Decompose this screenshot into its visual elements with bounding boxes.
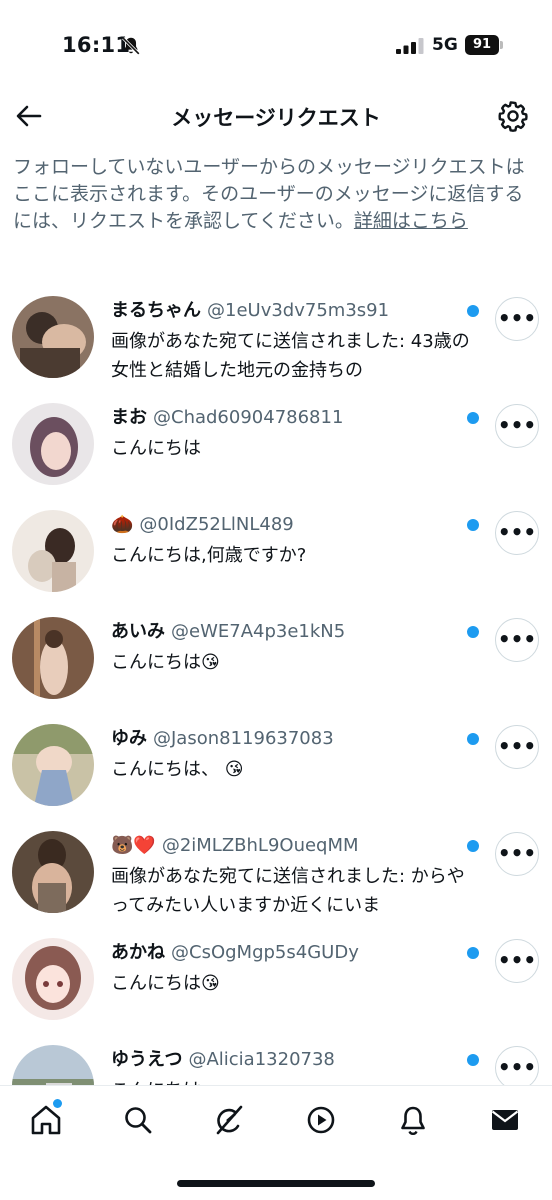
home-notification-dot: [53, 1099, 62, 1108]
home-indicator: [177, 1180, 375, 1187]
sender-name: まお: [111, 407, 147, 428]
battery-level: 91: [465, 35, 499, 55]
sender-handle: @1eUv3dv75m3s91: [207, 300, 390, 321]
sender-name: あいみ: [111, 621, 165, 642]
request-row[interactable]: ゆみ @Jason8119637083 こんにちは、 😘 •••: [0, 715, 552, 822]
name-line: ゆみ @Jason8119637083: [111, 726, 456, 752]
unread-indicator: [467, 733, 479, 745]
name-line: まお @Chad60904786811: [111, 405, 456, 431]
bell-icon[interactable]: [395, 1102, 431, 1138]
network-type: 5G: [432, 35, 458, 55]
name-line: ゆうえつ @Alicia1320738: [111, 1047, 456, 1073]
sender-handle: @2iMLZBhL9OueqMM: [161, 835, 359, 856]
request-row[interactable]: まお @Chad60904786811 こんにちは •••: [0, 394, 552, 501]
request-row[interactable]: あかね @CsOgMgp5s4GUDy こんにちは😘 •••: [0, 929, 552, 1036]
status-bar: 16:11 5G 91: [0, 0, 552, 90]
more-options-button[interactable]: •••: [495, 832, 539, 876]
unread-indicator: [467, 412, 479, 424]
sender-name: あかね: [111, 942, 165, 963]
more-options-button[interactable]: •••: [495, 404, 539, 448]
avatar: [12, 617, 94, 699]
more-options-button[interactable]: •••: [495, 1046, 539, 1090]
more-options-button[interactable]: •••: [495, 725, 539, 769]
learn-more-link[interactable]: 詳細はこちら: [354, 210, 468, 232]
avatar: [12, 403, 94, 485]
search-icon[interactable]: [120, 1102, 156, 1138]
message-preview: 画像があなた宛てに送信されました: からやってみたい人いますか近くにいま: [111, 866, 465, 916]
sender-name: 🌰: [111, 514, 134, 535]
bell-slash-icon: [122, 37, 140, 55]
more-options-button[interactable]: •••: [495, 297, 539, 341]
avatar: [12, 724, 94, 806]
unread-indicator: [467, 947, 479, 959]
message-preview: こんにちは😘: [111, 652, 220, 673]
signal-icon: [396, 38, 424, 54]
avatar: [12, 831, 94, 913]
message-preview: 画像があなた宛てに送信されました: 43歳の女性と結婚した地元の金持ちの: [111, 331, 470, 381]
more-options-button[interactable]: •••: [495, 511, 539, 555]
sender-name: ゆうえつ: [111, 1049, 183, 1070]
name-line: まるちゃん @1eUv3dv75m3s91: [111, 298, 456, 324]
gear-icon[interactable]: [496, 99, 530, 133]
avatar: [12, 510, 94, 592]
more-options-button[interactable]: •••: [495, 618, 539, 662]
request-row[interactable]: あいみ @eWE7A4p3e1kN5 こんにちは😘 •••: [0, 608, 552, 715]
message-preview: こんにちは、 😘: [111, 759, 244, 780]
unread-indicator: [467, 305, 479, 317]
unread-indicator: [467, 626, 479, 638]
name-line: あかね @CsOgMgp5s4GUDy: [111, 940, 456, 966]
name-line: 🌰 @0IdZ52LlNL489: [111, 512, 456, 538]
avatar: [12, 296, 94, 378]
sender-handle: @Alicia1320738: [188, 1049, 335, 1070]
request-row[interactable]: 🐻❤️ @2iMLZBhL9OueqMM 画像があなた宛てに送信されました: から…: [0, 822, 552, 929]
unread-indicator: [467, 840, 479, 852]
battery-tip: [500, 41, 503, 49]
request-list: まるちゃん @1eUv3dv75m3s91 画像があなた宛てに送信されました: 4…: [0, 287, 552, 1143]
sender-handle: @CsOgMgp5s4GUDy: [171, 942, 359, 963]
grok-icon[interactable]: [211, 1102, 247, 1138]
request-row[interactable]: まるちゃん @1eUv3dv75m3s91 画像があなた宛てに送信されました: 4…: [0, 287, 552, 394]
avatar: [12, 938, 94, 1020]
message-preview: こんにちは,何歳ですか?: [111, 545, 307, 566]
page-title: メッセージリクエスト: [171, 106, 381, 130]
request-row[interactable]: 🌰 @0IdZ52LlNL489 こんにちは,何歳ですか? •••: [0, 501, 552, 608]
sender-handle: @Chad60904786811: [153, 407, 344, 428]
unread-indicator: [467, 519, 479, 531]
mail-icon[interactable]: [487, 1102, 523, 1138]
sender-name: 🐻❤️: [111, 835, 156, 856]
info-text: フォローしていないユーザーからのメッセージリクエストはここに表示されます。そのユ…: [13, 154, 535, 235]
unread-indicator: [467, 1054, 479, 1066]
sender-handle: @0IdZ52LlNL489: [139, 514, 294, 535]
header: メッセージリクエスト: [0, 90, 552, 142]
name-line: 🐻❤️ @2iMLZBhL9OueqMM: [111, 833, 456, 859]
sender-handle: @eWE7A4p3e1kN5: [171, 621, 346, 642]
sender-name: まるちゃん: [111, 300, 201, 321]
name-line: あいみ @eWE7A4p3e1kN5: [111, 619, 456, 645]
message-preview: こんにちは😘: [111, 973, 220, 994]
sender-name: ゆみ: [111, 728, 147, 749]
battery-icon: 91: [465, 35, 503, 55]
message-preview: こんにちは: [111, 438, 201, 459]
video-icon[interactable]: [303, 1102, 339, 1138]
sender-handle: @Jason8119637083: [153, 728, 334, 749]
more-options-button[interactable]: •••: [495, 939, 539, 983]
